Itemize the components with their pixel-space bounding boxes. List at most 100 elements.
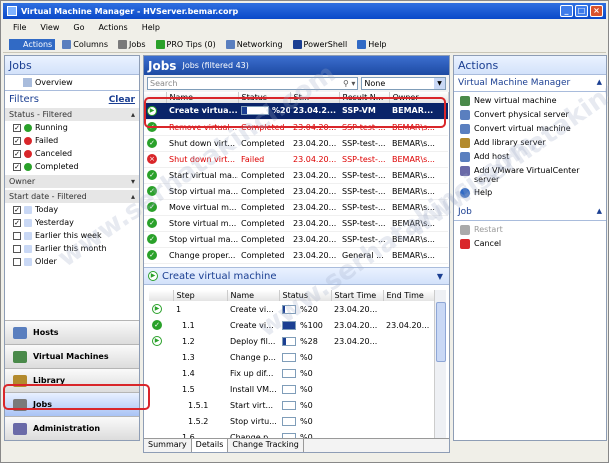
progress-text: %0 [300,384,313,394]
tab-details[interactable]: Details [191,439,229,452]
checkbox[interactable]: ✓ [13,149,21,158]
checkbox[interactable] [13,231,21,240]
date-filter-today[interactable]: ✓ Today [5,203,139,216]
scrollbar-thumb[interactable] [436,302,446,362]
columns-icon [62,39,72,49]
toolbar-actions-button[interactable]: Actions [9,38,56,50]
date-filter-older[interactable]: Older [5,255,139,268]
column-step-status[interactable]: Status [279,290,332,301]
table-row[interactable]: ✓ Store virtual m... Completed 23.04.20... S… [144,215,448,232]
menu-help[interactable]: Help [142,23,160,32]
status-filter-completed[interactable]: ✓ Completed [5,160,139,173]
action-convert-virtual-machine[interactable]: Convert virtual machine [454,122,606,136]
checkbox[interactable]: ✓ [13,218,21,227]
step-row[interactable]: 1.5.2 Stop virtu... %0 [149,413,434,429]
toolbar-columns-button[interactable]: Columns [59,39,111,50]
toolbar-powershell-button[interactable]: PowerShell [290,39,351,50]
column-step-icon[interactable] [149,290,174,301]
minimize-button[interactable]: _ [560,5,573,17]
clear-filters-link[interactable]: Clear [109,95,135,105]
overview-link[interactable]: Overview [5,75,139,90]
action-add-vmware-virtualcenter-server[interactable]: Add VMware VirtualCenter server [454,164,606,186]
step-number: 1.1 [182,320,195,330]
chevron-down-icon[interactable]: ▼ [437,272,443,281]
close-button[interactable]: × [590,5,603,17]
hosts-icon [13,326,27,339]
table-row[interactable]: ✓ Stop virtual ma... Completed 23.04.20... S… [144,183,448,200]
vmm-section-header[interactable]: Virtual Machine Manager ▲ [454,75,606,92]
window-title: Virtual Machine Manager - HVServer.bemar… [21,6,239,16]
nav-virtual-machines[interactable]: Virtual Machines [5,344,139,368]
table-row[interactable]: × Shut down virt... Failed 23.04.20... SSP-t… [144,151,448,168]
details-scrollbar[interactable] [434,290,446,440]
column-step-name[interactable]: Name [227,290,280,301]
owner-filter-group[interactable]: Owner ▾ [5,175,139,188]
step-row[interactable]: ▶ 1.2 Deploy fil... %28 23.04.20... [149,333,434,349]
nav-hosts[interactable]: Hosts [5,320,139,344]
job-owner: BEMAR\s... [389,151,448,168]
action-restart[interactable]: Restart [454,223,606,237]
status-filter-canceled[interactable]: ✓ Canceled [5,147,139,160]
tab-summary[interactable]: Summary [144,439,192,452]
column-step-end[interactable]: End Time [383,290,435,301]
date-filter-earlier-this-month[interactable]: Earlier this month [5,242,139,255]
table-row[interactable]: ✓ Change proper... Completed 23.04.20... Gen… [144,247,448,264]
action-add-library-server[interactable]: Add library server [454,136,606,150]
action-label: Help [474,188,493,197]
search-input[interactable]: Search ⚲ ▾ [147,77,359,90]
checkbox[interactable] [13,244,21,253]
search-icon[interactable]: ⚲ ▾ [343,79,357,88]
action-add-host[interactable]: Add host [454,150,606,164]
date-filter-yesterday[interactable]: ✓ Yesterday [5,216,139,229]
convert-physical-icon [460,110,470,120]
step-number: 1 [176,304,182,314]
date-filter-group[interactable]: Start date - Filtered ▴ [5,190,139,203]
action-new-virtual-machine[interactable]: New virtual machine [454,94,606,108]
failed-status-icon [24,136,32,145]
checkbox[interactable]: ✓ [13,162,21,171]
checkbox[interactable]: ✓ [13,205,21,214]
step-row[interactable]: 1.3 Change p... %0 [149,349,434,365]
menu-actions[interactable]: Actions [98,23,127,32]
step-row[interactable]: 1.4 Fix up dif... %0 [149,365,434,381]
tab-change-tracking[interactable]: Change Tracking [228,439,304,452]
jobs-count: Jobs (filtered 43) [182,61,249,70]
step-row[interactable]: 1.5 Install VM... %0 [149,381,434,397]
status-filter-group[interactable]: Status - Filtered ▴ [5,108,139,121]
table-row[interactable]: ✓ Shut down virt... Completed 23.04.20... SS… [144,135,448,152]
table-row[interactable]: ✓ Move virtual m... Completed 23.04.20... SS… [144,199,448,216]
step-row[interactable]: ▶ 1 Create vi... %20 23.04.20... [149,301,434,317]
step-status: %0 [279,381,331,397]
step-end-time [383,397,434,413]
checkbox[interactable]: ✓ [13,123,21,132]
job-section-header[interactable]: Job ▲ [454,204,606,221]
column-step[interactable]: Step [173,290,228,301]
table-row[interactable]: ✓ Start virtual ma... Completed 23.04.20...… [144,167,448,184]
checkbox[interactable]: ✓ [13,136,21,145]
filter-combo[interactable]: None ▼ [361,77,446,90]
step-row[interactable]: 1.5.1 Start virt... %0 [149,397,434,413]
job-status: Completed [238,231,290,248]
menu-view[interactable]: View [40,23,59,32]
menu-file[interactable]: File [13,23,26,32]
checkbox[interactable] [13,257,21,266]
action-cancel[interactable]: Cancel [454,237,606,251]
action-convert-physical-server[interactable]: Convert physical server [454,108,606,122]
step-row[interactable]: ✓ 1.1 Create vi... %100 23.04.20... 23.04.20.… [149,317,434,333]
status-filter-failed[interactable]: ✓ Failed [5,134,139,147]
table-row[interactable]: ✓ Stop virtual ma... Completed 23.04.20... S… [144,231,448,248]
toolbar-networking-button[interactable]: Networking [223,39,286,50]
toolbar-jobs-button[interactable]: Jobs [115,39,149,50]
action-help[interactable]: Help [454,186,606,200]
toolbar-help-button[interactable]: Help [354,39,389,50]
search-row: Search ⚲ ▾ None ▼ [144,75,449,92]
column-step-start[interactable]: Start Time [331,290,384,301]
host-icon [460,152,470,162]
status-filter-running[interactable]: ✓ Running [5,121,139,134]
date-filter-earlier-this-week[interactable]: Earlier this week [5,229,139,242]
toolbar-pro-button[interactable]: PRO Tips (0) [153,39,219,50]
nav-administration[interactable]: Administration [5,416,139,440]
maximize-button[interactable]: □ [575,5,588,17]
status-icon-cell: ✓ [144,167,166,184]
menu-go[interactable]: Go [73,23,84,32]
